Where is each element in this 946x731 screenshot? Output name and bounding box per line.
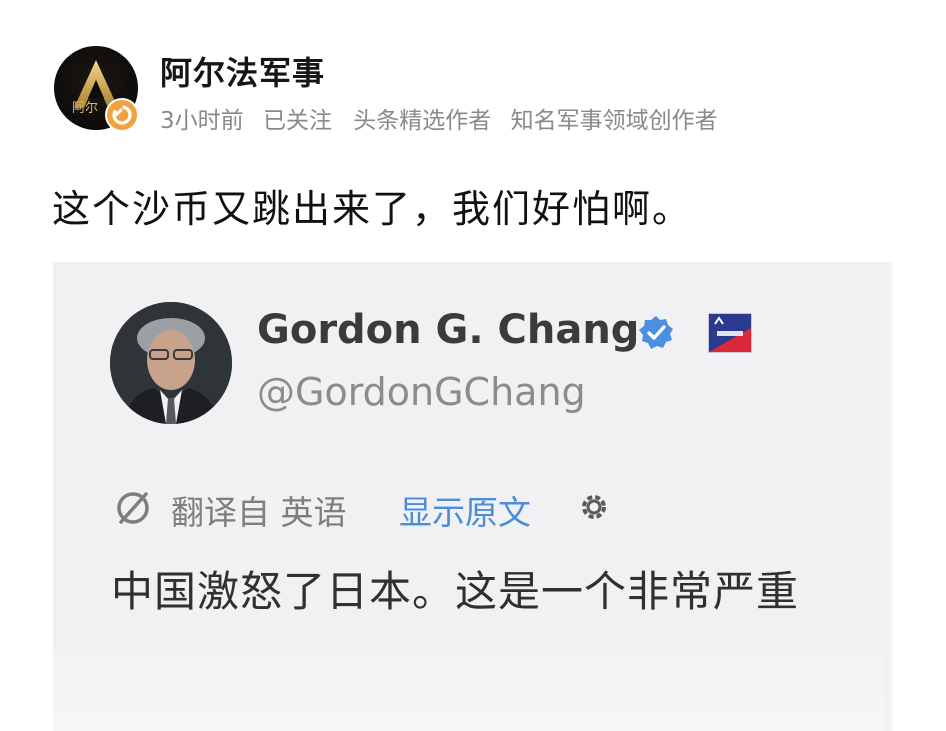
follow-status[interactable]: 已关注 bbox=[263, 108, 332, 134]
author-meta: 3小时前 已关注 头条精选作者 知名军事领域创作者 bbox=[160, 101, 730, 135]
image-bottom-band bbox=[53, 653, 893, 731]
svg-text:阿尔: 阿尔 bbox=[72, 101, 98, 116]
author-name[interactable]: 阿尔法军事 bbox=[160, 48, 325, 94]
translated-from-label: 翻译自 英语 bbox=[171, 493, 347, 532]
author-tag: 知名军事领域创作者 bbox=[510, 108, 718, 134]
tweet-text: 中国激怒了日本。这是一个非常严重 bbox=[111, 567, 800, 616]
affiliation-badge-icon bbox=[708, 313, 752, 353]
creator-badge-icon bbox=[105, 98, 139, 132]
tweet-handle: @GordonGChang bbox=[257, 370, 586, 414]
translate-icon bbox=[117, 492, 149, 524]
post-time: 3小时前 bbox=[160, 108, 244, 134]
author-tag: 头条精选作者 bbox=[353, 108, 492, 134]
gear-icon[interactable] bbox=[575, 488, 613, 526]
post-page: 阿尔 阿尔法军事 3小时前 已关注 头条精选作者 知名军事领域创作者 这个沙币又… bbox=[0, 0, 946, 731]
image-edge bbox=[885, 262, 893, 731]
post-text: 这个沙币又跳出来了，我们好怕啊。 bbox=[52, 187, 693, 231]
tweet-display-name: Gordon G. Chang bbox=[257, 307, 640, 353]
tweet-avatar bbox=[110, 302, 232, 424]
embedded-tweet-image[interactable]: Gordon G. Chang @GordonGChang 翻译自 英语 显示原… bbox=[53, 262, 893, 731]
show-original-link[interactable]: 显示原文 bbox=[399, 486, 531, 534]
verified-check-icon bbox=[639, 316, 673, 349]
